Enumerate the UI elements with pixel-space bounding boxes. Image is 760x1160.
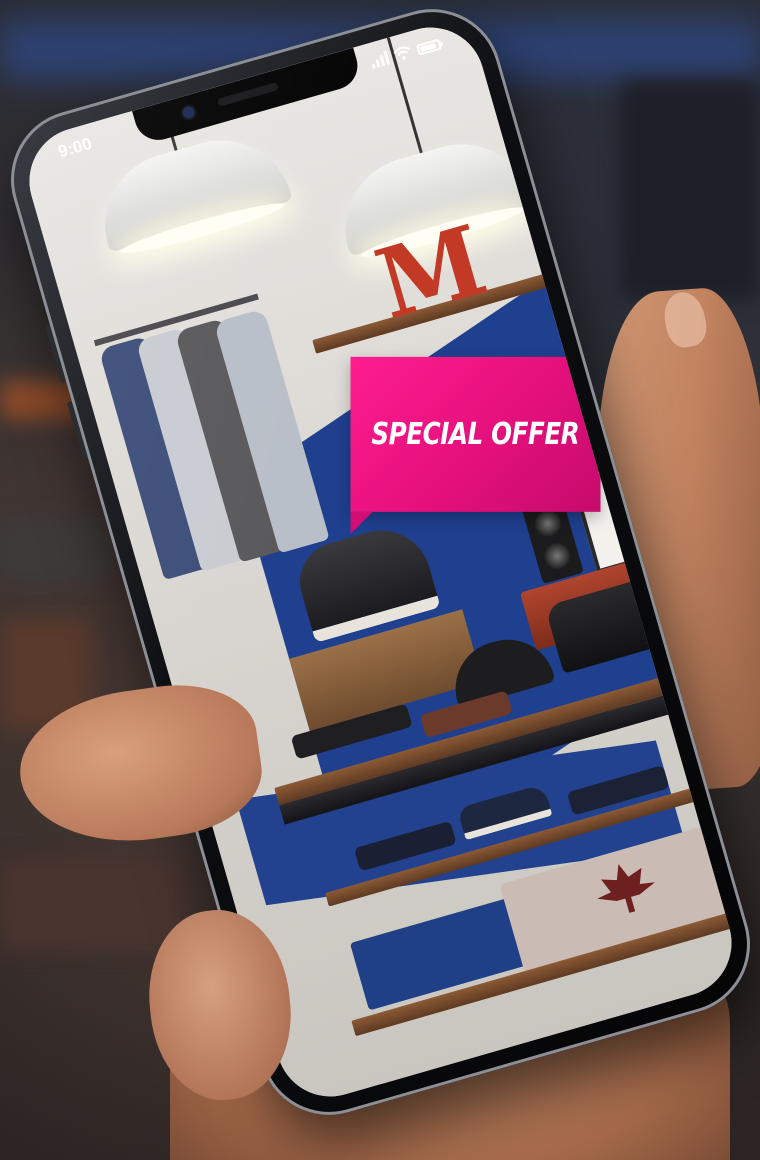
phone-side-button bbox=[44, 323, 67, 384]
background-shelf bbox=[0, 860, 180, 950]
pendant-lamp bbox=[88, 123, 293, 253]
speaker-grille bbox=[216, 82, 279, 107]
photo-scene: 9:00 M SPECIAL OFFER bbox=[0, 0, 760, 1160]
front-camera-icon bbox=[180, 105, 196, 121]
phone-side-button bbox=[66, 400, 89, 460]
special-offer-label: SPECIAL OFFER bbox=[371, 416, 580, 452]
folded-tshirt bbox=[349, 896, 533, 1011]
background-shelf bbox=[620, 80, 760, 300]
special-offer-badge[interactable]: SPECIAL OFFER bbox=[350, 356, 601, 512]
background-shelf bbox=[0, 520, 110, 580]
decor-letter: M bbox=[364, 203, 498, 342]
